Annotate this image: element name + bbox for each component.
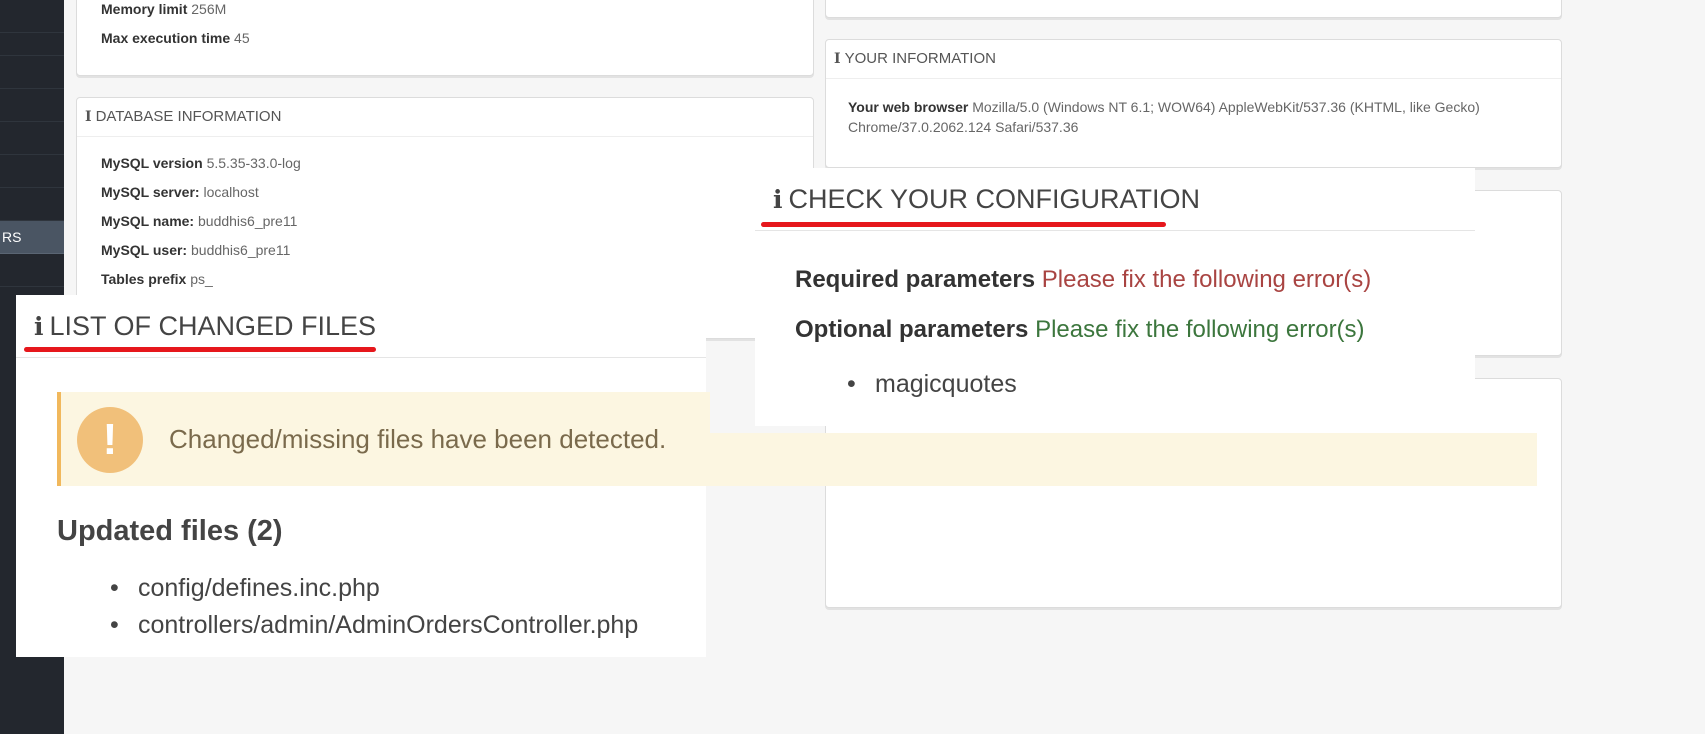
memory-limit-label: Memory limit bbox=[101, 1, 188, 17]
required-label: Required parameters bbox=[795, 266, 1036, 293]
optional-parameters-row: Optional parameters Please fix the follo… bbox=[795, 316, 1365, 344]
exclamation-icon: ! bbox=[77, 407, 143, 473]
sidebar-item[interactable] bbox=[0, 254, 64, 287]
memory-limit-row: Memory limit 256M bbox=[101, 0, 813, 24]
db-row-value: buddhis6_pre11 bbox=[191, 242, 291, 258]
browser-value: Mozilla/5.0 (Windows NT 6.1; WOW64) Appl… bbox=[972, 99, 1480, 115]
db-row-label: MySQL user: bbox=[101, 242, 188, 258]
db-row: MySQL name: buddhis6_pre11 bbox=[101, 207, 813, 236]
panel-title: YOUR INFORMATION bbox=[844, 50, 996, 67]
sidebar-item[interactable] bbox=[0, 122, 64, 155]
panel-header: i YOUR INFORMATION bbox=[826, 40, 1561, 79]
sidebar-item[interactable] bbox=[0, 188, 64, 221]
optional-label: Optional parameters bbox=[795, 316, 1029, 343]
max-execution-value: 45 bbox=[234, 30, 250, 46]
your-info-panel: i YOUR INFORMATION Your web browser Mozil… bbox=[825, 39, 1562, 168]
warning-alert-left: ! Changed/missing files have been detect… bbox=[57, 392, 710, 486]
highlight-underline bbox=[24, 347, 376, 352]
sidebar-item[interactable] bbox=[0, 155, 64, 188]
db-row: Tables prefix ps_ bbox=[101, 265, 813, 294]
updated-files-list: config/defines.inc.php controllers/admin… bbox=[98, 570, 638, 644]
updated-files-heading: Updated files (2) bbox=[57, 515, 283, 547]
max-execution-row: Max execution time 45 bbox=[101, 24, 813, 53]
memory-limit-value: 256M bbox=[191, 1, 227, 17]
info-icon: i bbox=[773, 185, 783, 214]
db-row: MySQL user: buddhis6_pre11 bbox=[101, 236, 813, 265]
sidebar-item[interactable] bbox=[0, 33, 64, 56]
db-row-value: buddhis6_pre11 bbox=[198, 213, 298, 229]
check-config-title: CHECK YOUR CONFIGURATION bbox=[788, 184, 1201, 214]
max-execution-label: Max execution time bbox=[101, 30, 231, 46]
optional-errors-list: magicquotes bbox=[835, 366, 1017, 403]
db-row-value: ps_ bbox=[190, 271, 213, 287]
browser-value-continued: Chrome/37.0.2062.124 Safari/537.36 bbox=[848, 119, 1079, 135]
sidebar-item[interactable] bbox=[0, 0, 64, 33]
list-item: controllers/admin/AdminOrdersController.… bbox=[98, 607, 638, 644]
highlight-underline bbox=[761, 222, 1166, 227]
sidebar-item-active[interactable]: RS bbox=[0, 221, 64, 254]
list-item: config/defines.inc.php bbox=[98, 570, 638, 607]
db-row: MySQL version 5.5.35-33.0-log bbox=[101, 149, 813, 178]
db-row-value: 5.5.35-33.0-log bbox=[206, 155, 301, 171]
top-right-panel bbox=[825, 0, 1562, 18]
panel-title: DATABASE INFORMATION bbox=[95, 108, 282, 125]
optional-error-message: Please fix the following error(s) bbox=[1035, 316, 1365, 343]
info-icon: i bbox=[85, 109, 92, 125]
db-row-value: localhost bbox=[203, 184, 259, 200]
sidebar-item[interactable] bbox=[0, 89, 64, 122]
panel-header: i DATABASE INFORMATION bbox=[77, 98, 813, 137]
db-row: MySQL server: localhost bbox=[101, 178, 813, 207]
warning-message: Changed/missing files have been detected… bbox=[169, 424, 667, 454]
sidebar-item-label: RS bbox=[2, 229, 22, 245]
db-row-label: MySQL version bbox=[101, 155, 203, 171]
info-icon: i bbox=[834, 51, 841, 67]
check-config-callout: i CHECK YOUR CONFIGURATION Required param… bbox=[755, 168, 1475, 426]
info-icon: i bbox=[34, 312, 44, 341]
required-parameters-row: Required parameters Please fix the follo… bbox=[795, 266, 1371, 294]
db-row-label: MySQL name: bbox=[101, 213, 195, 229]
server-info-panel: Memory limit 256M Max execution time 45 bbox=[76, 0, 814, 76]
changed-files-title: LIST OF CHANGED FILES bbox=[49, 311, 377, 341]
browser-label: Your web browser bbox=[848, 99, 969, 115]
sidebar-item[interactable] bbox=[0, 56, 64, 89]
warning-alert-right bbox=[706, 433, 1537, 486]
required-error-message: Please fix the following error(s) bbox=[1041, 266, 1372, 293]
list-item: magicquotes bbox=[835, 366, 1017, 403]
db-row-label: Tables prefix bbox=[101, 271, 187, 287]
db-row-label: MySQL server: bbox=[101, 184, 200, 200]
browser-info: Your web browser Mozilla/5.0 (Windows NT… bbox=[826, 79, 1561, 137]
